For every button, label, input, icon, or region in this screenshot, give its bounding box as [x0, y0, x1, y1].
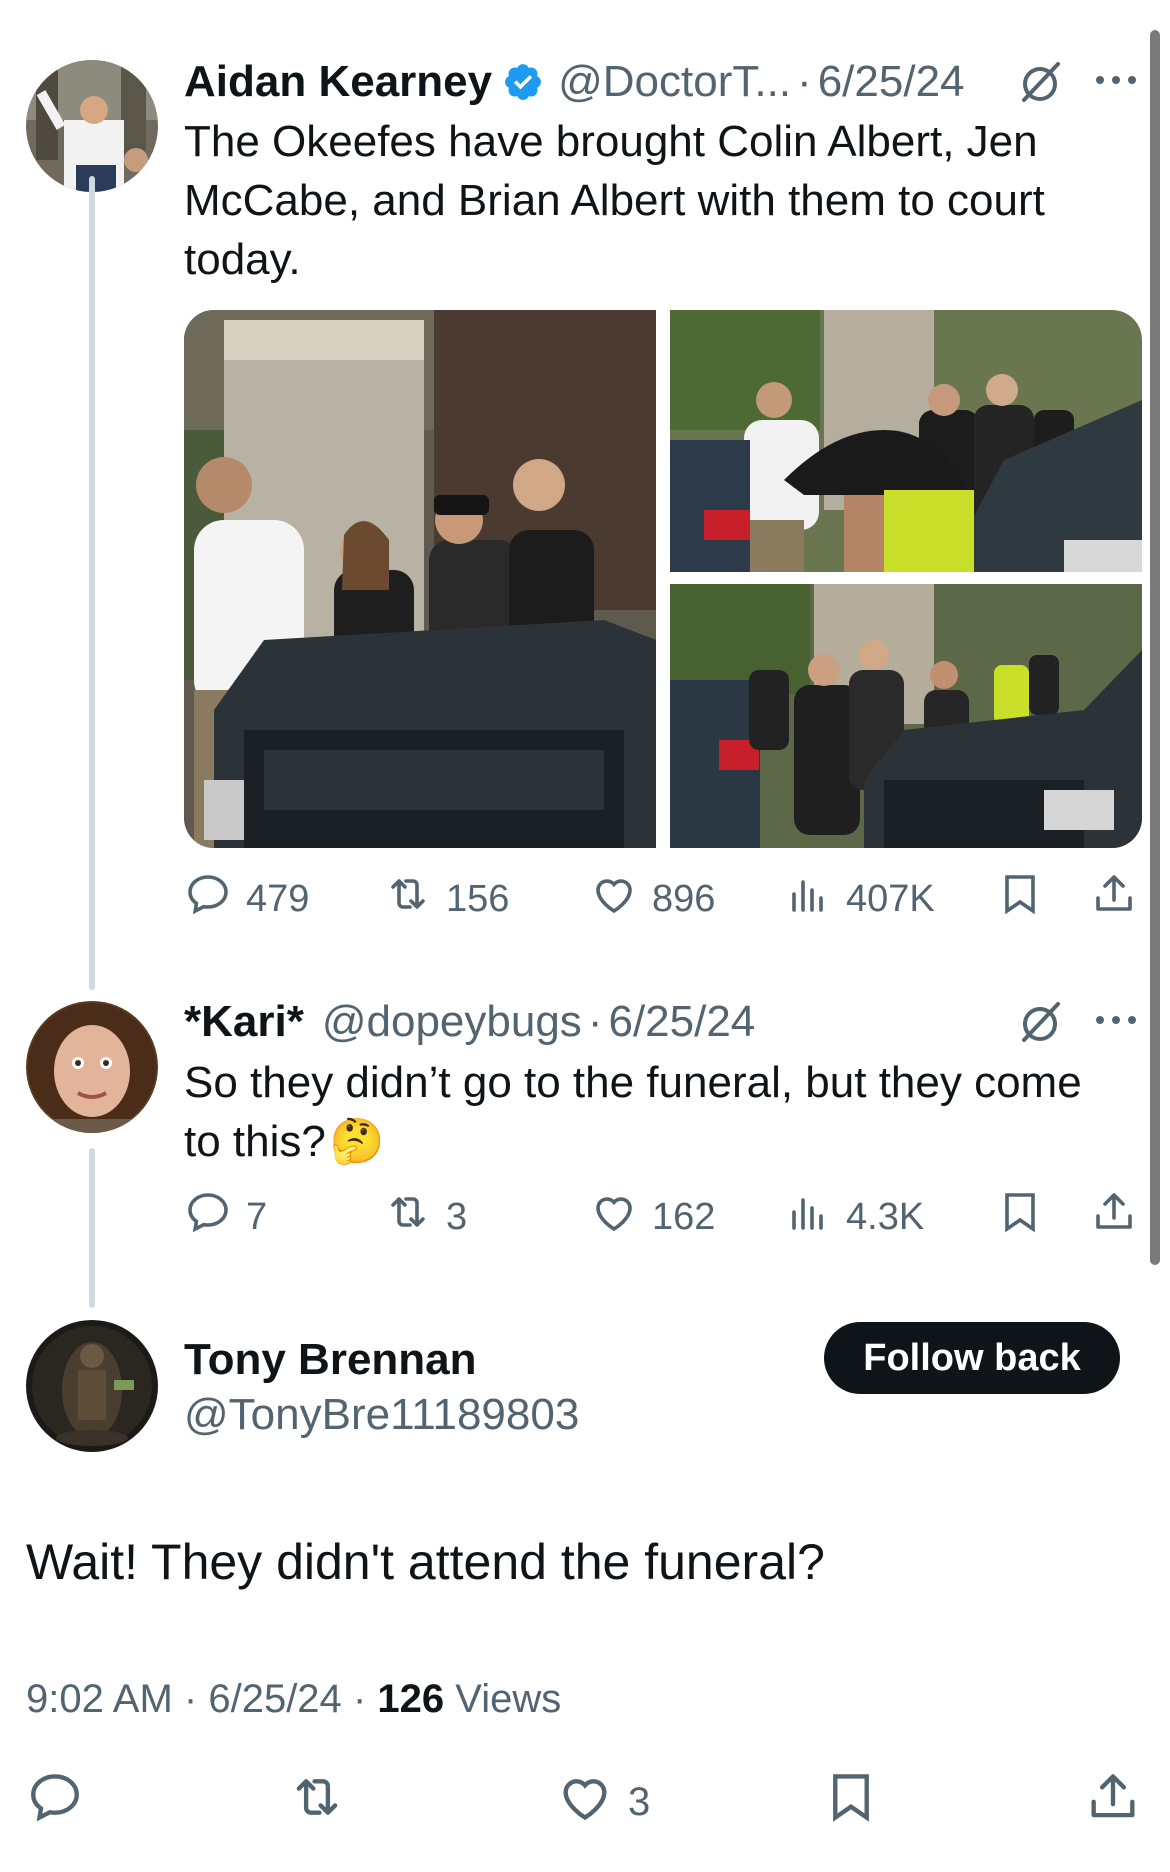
like-count: 896 — [652, 877, 716, 920]
repost-button[interactable]: 3 — [384, 1188, 467, 1246]
photo-1 — [184, 310, 656, 848]
reply-button[interactable]: 479 — [184, 870, 309, 928]
verified-badge-icon — [502, 61, 544, 103]
reply-icon — [184, 1188, 232, 1246]
bookmark-icon — [996, 1188, 1044, 1246]
photo-3 — [670, 584, 1142, 848]
main-author-name[interactable]: Tony Brennan — [184, 1332, 477, 1388]
views-button[interactable]: 407K — [784, 870, 935, 928]
main-tweet-meta: 9:02 AM · 6/25/24 · 126 Views — [26, 1674, 561, 1724]
repost-button[interactable]: 156 — [384, 870, 509, 928]
repost-icon — [288, 1768, 346, 1836]
main-tweet-date[interactable]: 6/25/24 — [208, 1677, 341, 1721]
grok-icon[interactable] — [1016, 58, 1064, 111]
like-icon — [590, 870, 638, 928]
bookmark-button[interactable] — [996, 1188, 1044, 1246]
like-button[interactable]: 162 — [590, 1188, 715, 1246]
reply-count: 479 — [246, 877, 310, 920]
tweet1-header: Aidan Kearney @DoctorT... · 6/25/24 — [184, 52, 975, 112]
reply-icon — [26, 1768, 84, 1836]
more-icon[interactable] — [1094, 1012, 1138, 1033]
more-icon[interactable] — [1094, 72, 1138, 93]
main-tweet-time[interactable]: 9:02 AM — [26, 1677, 173, 1721]
photo-2 — [670, 310, 1142, 572]
bookmark-button[interactable] — [996, 870, 1044, 928]
bookmark-icon — [996, 870, 1044, 928]
tweet2-header: *Kari* @dopeybugs · 6/25/24 — [184, 992, 765, 1052]
share-icon — [1090, 1188, 1138, 1246]
tweet1-text: The Okeefes have brought Colin Albert, J… — [184, 117, 1045, 284]
main-views-label: Views — [455, 1677, 562, 1721]
bookmark-icon — [822, 1768, 880, 1836]
share-icon — [1084, 1768, 1142, 1836]
tweet2-date[interactable]: 6/25/24 — [608, 997, 755, 1047]
views-icon — [784, 870, 832, 928]
main-views-count: 126 — [377, 1677, 445, 1721]
separator-dot: · — [797, 57, 812, 106]
like-count: 3 — [628, 1779, 651, 1824]
repost-count: 156 — [446, 877, 510, 920]
thinking-face-emoji: 🤔 — [329, 1117, 385, 1166]
main-tweet-text: Wait! They didn't attend the funeral? — [26, 1534, 825, 1590]
separator-dot: · — [587, 997, 603, 1046]
like-icon — [590, 1188, 638, 1246]
share-button[interactable] — [1084, 1768, 1142, 1836]
tweet2-author-name[interactable]: *Kari* — [184, 997, 304, 1047]
separator-dot: · — [183, 1677, 198, 1721]
tweet2-handle[interactable]: @dopeybugs — [322, 997, 582, 1047]
reply-count: 7 — [246, 1195, 268, 1238]
repost-icon — [384, 870, 432, 928]
repost-count: 3 — [446, 1195, 468, 1238]
follow-back-button[interactable]: Follow back — [824, 1322, 1120, 1394]
reply-icon — [184, 870, 232, 928]
share-button[interactable] — [1090, 1188, 1138, 1246]
avatar-kari[interactable] — [26, 1001, 158, 1133]
tweet1-handle[interactable]: @DoctorT... — [558, 57, 791, 107]
grok-icon[interactable] — [1016, 998, 1064, 1051]
reply-button[interactable] — [26, 1768, 84, 1836]
repost-icon — [384, 1188, 432, 1246]
share-button[interactable] — [1090, 870, 1138, 928]
share-icon — [1090, 870, 1138, 928]
main-tweet-actions: 3 — [26, 1768, 1146, 1832]
tweet1-date[interactable]: 6/25/24 — [818, 57, 965, 107]
like-icon — [556, 1768, 614, 1836]
views-icon — [784, 1188, 832, 1246]
like-button[interactable]: 896 — [590, 870, 715, 928]
avatar-aidan-kearney[interactable] — [26, 60, 158, 192]
tweet1-author-name[interactable]: Aidan Kearney — [184, 57, 492, 107]
reply-button[interactable]: 7 — [184, 1188, 267, 1246]
scrollbar[interactable] — [1150, 30, 1160, 1265]
bookmark-button[interactable] — [822, 1768, 880, 1836]
views-button[interactable]: 4.3K — [784, 1188, 924, 1246]
views-count: 4.3K — [846, 1195, 925, 1238]
like-count: 162 — [652, 1195, 716, 1238]
separator-dot: · — [352, 1677, 367, 1721]
repost-button[interactable] — [288, 1768, 346, 1836]
tweet2-text: So they didn’t go to the funeral, but th… — [184, 1058, 1082, 1166]
main-handle[interactable]: @TonyBre11189803 — [184, 1387, 579, 1443]
thread-line-2 — [89, 1148, 95, 1308]
tweet2-text-block: So they didn’t go to the funeral, but th… — [184, 1053, 1124, 1171]
like-button[interactable]: 3 — [556, 1768, 650, 1836]
thread-line-1 — [89, 176, 95, 990]
avatar-tony-brennan[interactable] — [26, 1320, 158, 1452]
tweet2-actions: 7 3 162 4.3K — [184, 1188, 1144, 1248]
tweet1-actions: 479 156 896 407K — [184, 870, 1144, 930]
tweet1-media-grid[interactable] — [184, 310, 1142, 848]
views-count: 407K — [846, 877, 935, 920]
